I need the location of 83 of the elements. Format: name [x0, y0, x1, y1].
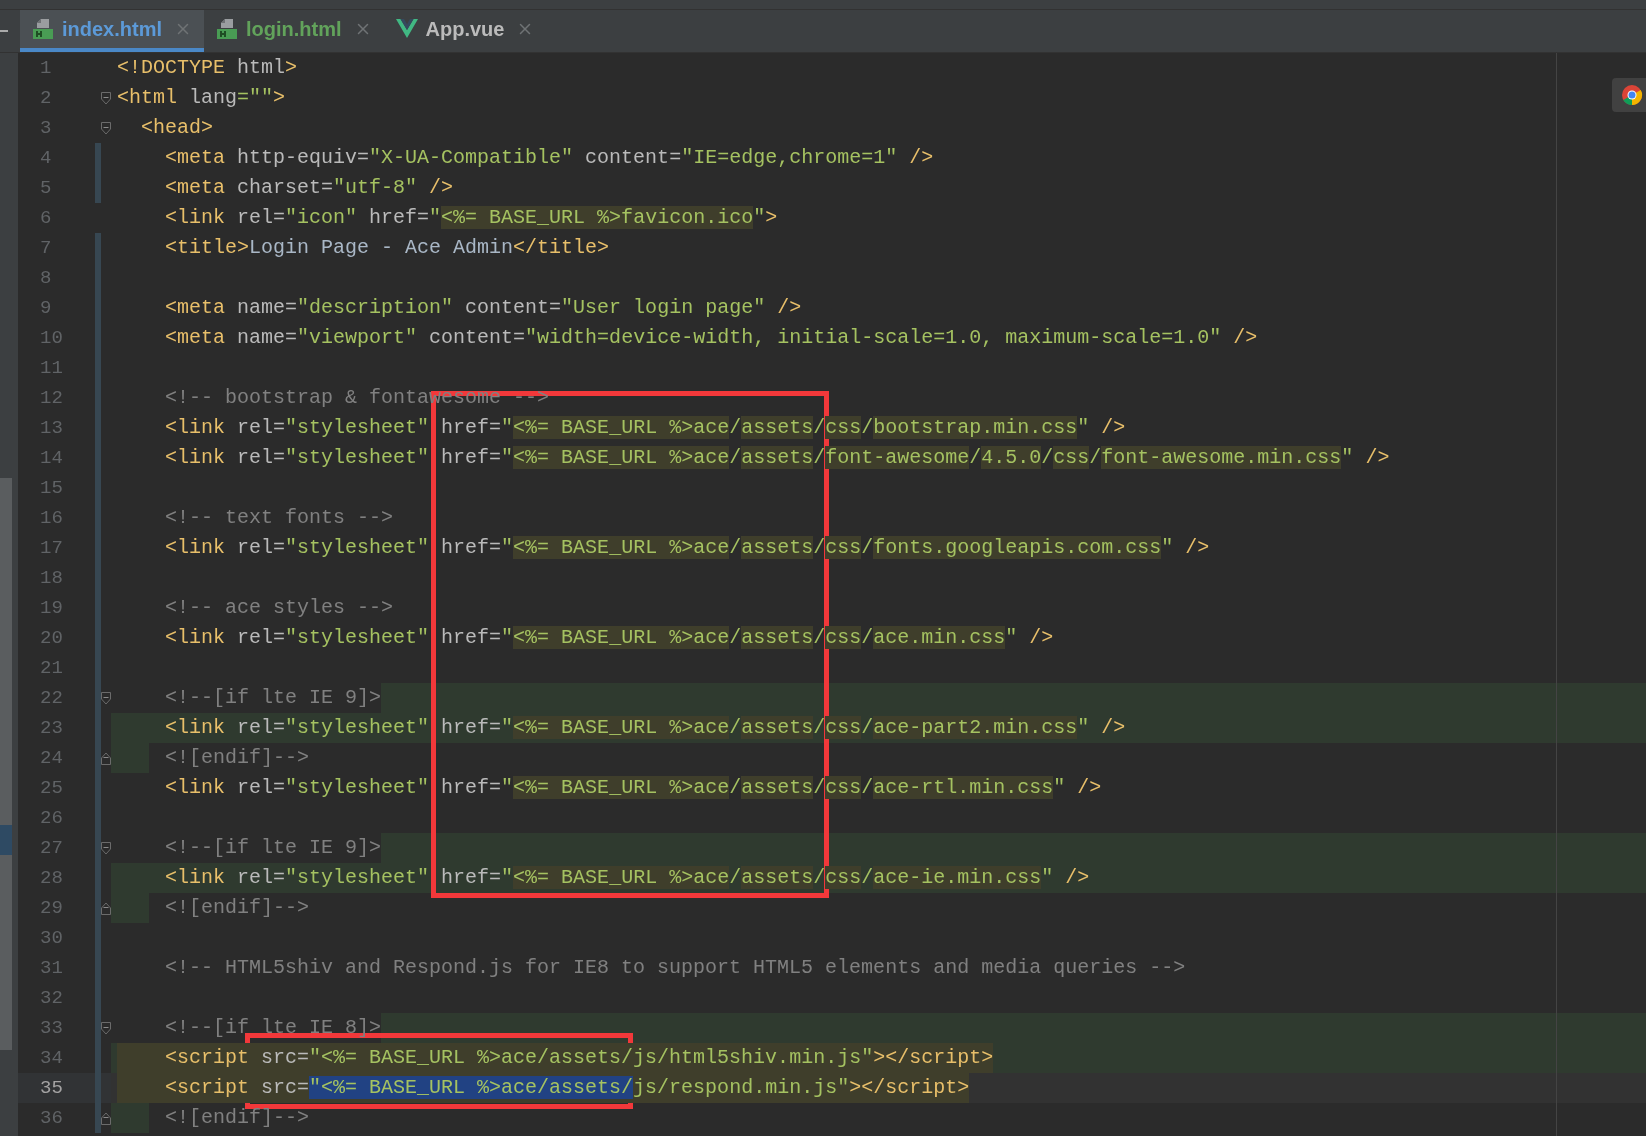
code-line: <title>Login Page - Ace Admin</title>	[164, 235, 610, 261]
line-number: 25	[39, 775, 64, 801]
line-number: 28	[39, 865, 64, 891]
line-number: 12	[39, 385, 64, 411]
code-line: <meta charset="utf-8" />	[164, 175, 454, 201]
code-line: <link rel="stylesheet" href="<%= BASE_URL %>ace/assets/css/ace-part2.min.css" />	[164, 715, 1126, 741]
line-number: 4	[39, 145, 53, 171]
code-line: <!-- text fonts -->	[164, 505, 394, 531]
code-line: <link rel="stylesheet" href="<%= BASE_URL %>ace/assets/css/ace.min.css" />	[164, 625, 1054, 651]
line-number: 32	[39, 985, 64, 1011]
fold-icon[interactable]	[101, 841, 111, 855]
code-line: <link rel="stylesheet" href="<%= BASE_URL %>ace/assets/css/ace-rtl.min.css" />	[164, 775, 1102, 801]
line-number: 26	[39, 805, 64, 831]
line-number: 27	[39, 835, 64, 861]
code-line: <meta name="viewport" content="width=device-width, initial-scale=1.0, maximum-scale=1.0" />	[164, 325, 1258, 351]
code-line: <![endif]-->	[164, 895, 310, 921]
scrollbar-thumb[interactable]	[0, 478, 12, 1050]
line-number: 30	[39, 925, 64, 951]
line-number: 14	[39, 445, 64, 471]
line-number: 15	[39, 475, 64, 501]
line-number: 16	[39, 505, 64, 531]
line-number: 19	[39, 595, 64, 621]
code-line: <!--[if lte IE 8]>	[164, 1015, 382, 1041]
line-number: 23	[39, 715, 64, 741]
line-number: 10	[39, 325, 64, 351]
line-number: 35	[39, 1075, 64, 1101]
line-number: 3	[39, 115, 53, 141]
line-number: 17	[39, 535, 64, 561]
editor-tab[interactable]: index.html	[20, 10, 204, 52]
line-number: 1	[39, 55, 53, 81]
code-line: <meta http-equiv="X-UA-Compatible" content="IE=edge,chrome=1" />	[164, 145, 934, 171]
line-number: 22	[39, 685, 64, 711]
line-number: 7	[39, 235, 53, 261]
tab-label: login.html	[246, 17, 342, 42]
code-line: <head>	[140, 115, 213, 141]
fold-icon[interactable]	[101, 901, 111, 915]
line-number: 21	[39, 655, 64, 681]
tab-label: App.vue	[425, 17, 505, 42]
line-number: 18	[39, 565, 64, 591]
html-file-icon	[32, 18, 54, 40]
line-number: 13	[39, 415, 64, 441]
line-number: 24	[39, 745, 64, 771]
line-number: 33	[39, 1015, 64, 1041]
line-number: 29	[39, 895, 64, 921]
fold-icon[interactable]	[101, 691, 111, 705]
code-line: <html lang="">	[117, 85, 286, 111]
code-line: <link rel="stylesheet" href="<%= BASE_URL %>ace/assets/css/fonts.googleapis.com.css" />	[164, 535, 1210, 561]
code-line: <!--[if lte IE 9]>	[164, 835, 382, 861]
code-line: <meta name="description" content="User login page" />	[164, 295, 802, 321]
code-line: <!-- ace styles -->	[164, 595, 394, 621]
code-line: <![endif]-->	[164, 745, 310, 771]
editor-tab[interactable]: App.vue	[383, 10, 547, 52]
editor-tab[interactable]: login.html	[204, 10, 384, 52]
vue-icon	[395, 19, 418, 39]
scroll-marker	[0, 825, 12, 855]
panel-handle[interactable]	[0, 30, 8, 32]
line-number: 2	[39, 85, 53, 111]
fold-icon[interactable]	[101, 751, 111, 765]
browser-icon	[1621, 84, 1643, 106]
fold-icon[interactable]	[101, 121, 111, 135]
line-number: 20	[39, 625, 64, 651]
code-line: <!-- HTML5shiv and Respond.js for IE8 to support HTML5 elements and media queries -->	[164, 955, 1186, 981]
tab-label: index.html	[62, 17, 162, 42]
line-number: 34	[39, 1045, 64, 1071]
line-number: 5	[39, 175, 53, 201]
code-line: <link rel="stylesheet" href="<%= BASE_URL %>ace/assets/font-awesome/4.5.0/css/font-awesome.min.css" />	[164, 445, 1390, 471]
browser-button[interactable]	[1612, 78, 1646, 112]
code-line: <link rel="stylesheet" href="<%= BASE_URL %>ace/assets/css/bootstrap.min.css" />	[164, 415, 1126, 441]
line-number: 36	[39, 1105, 64, 1131]
line-number: 11	[39, 355, 64, 381]
code-line: <!DOCTYPE html>	[117, 55, 298, 81]
line-number: 6	[39, 205, 53, 231]
fold-icon[interactable]	[101, 91, 111, 105]
code-line: <!--[if lte IE 9]>	[164, 685, 382, 711]
code-line: <link rel="icon" href="<%= BASE_URL %>favicon.ico">	[164, 205, 778, 231]
fold-icon[interactable]	[101, 1111, 111, 1125]
html-file-icon	[216, 18, 238, 40]
code-line: <link rel="stylesheet" href="<%= BASE_URL %>ace/assets/css/ace-ie.min.css" />	[164, 865, 1090, 891]
line-number: 8	[39, 265, 53, 291]
line-number: 9	[39, 295, 53, 321]
code-line: <![endif]-->	[164, 1105, 310, 1131]
line-number: 31	[39, 955, 64, 981]
fold-icon[interactable]	[101, 1021, 111, 1035]
